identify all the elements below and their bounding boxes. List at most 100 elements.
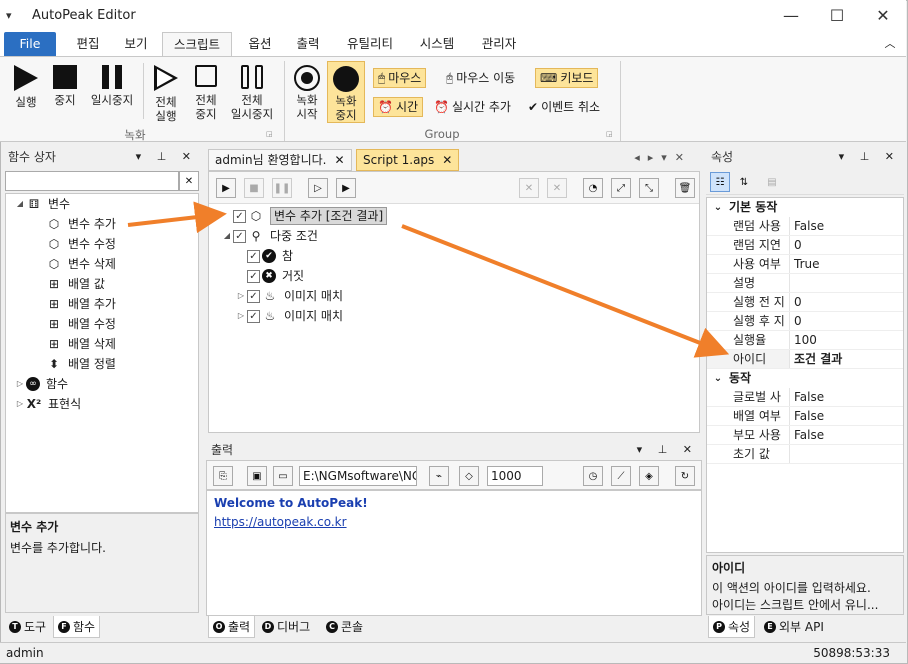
property-row[interactable]: 사용 여부 True bbox=[707, 255, 903, 274]
tab-output[interactable]: O 출력 bbox=[208, 616, 256, 638]
property-row[interactable]: 랜덤 사용 False bbox=[707, 217, 903, 236]
property-row[interactable]: 실행율 100 bbox=[707, 331, 903, 350]
enabled-checkbox[interactable]: ✓ bbox=[247, 249, 260, 263]
tab-script1[interactable]: Script 1.aps ✕ bbox=[356, 149, 460, 171]
menu-tab-options[interactable]: 옵션 bbox=[238, 32, 282, 56]
menu-tab-edit[interactable]: 편집 bbox=[66, 32, 110, 56]
step-play-icon[interactable]: ▷ bbox=[308, 178, 328, 198]
disabled-x-icon[interactable]: ✕ bbox=[547, 178, 567, 198]
refresh-icon[interactable]: ↻ bbox=[675, 466, 695, 486]
tab-console[interactable]: C 콘솔 bbox=[322, 616, 367, 638]
expand-icon[interactable]: ◢ bbox=[221, 226, 233, 246]
keyboard-toggle[interactable]: ⌨ 키보드 bbox=[535, 68, 599, 88]
category-basic[interactable]: ⌄ 기본 동작 bbox=[707, 198, 903, 217]
function-tree-item[interactable]: ⬡ 변수 삭제 bbox=[6, 254, 198, 274]
minimize-button[interactable]: — bbox=[768, 0, 814, 32]
fill-icon[interactable]: ◈ bbox=[639, 466, 659, 486]
panel-controls[interactable]: ▾ ⊥ ✕ bbox=[839, 147, 900, 167]
realtime-add-toggle[interactable]: ⏰ 실시간 추가 bbox=[430, 97, 515, 117]
property-row[interactable]: 실행 후 지0 bbox=[707, 312, 903, 331]
function-tree-item[interactable]: ⬍ 배열 정렬 bbox=[6, 354, 198, 374]
clock-icon[interactable]: ◷ bbox=[583, 466, 603, 486]
stop-button[interactable]: 중지 bbox=[48, 65, 82, 107]
expand-icon[interactable]: ▷ bbox=[235, 286, 247, 306]
mouse-move-toggle[interactable]: 🖰 마우스 이동 bbox=[442, 68, 519, 88]
script-tree-item[interactable]: ✓ ✖ 거짓 bbox=[209, 266, 699, 286]
expand-icon[interactable]: ▷ bbox=[235, 306, 247, 326]
brush-icon[interactable]: ⟋ bbox=[611, 466, 631, 486]
collapse-icon[interactable]: ⤡ bbox=[639, 178, 659, 198]
record-start-button[interactable]: 녹화 시작 bbox=[290, 65, 324, 121]
clear-search-icon[interactable]: ✕ bbox=[179, 171, 199, 191]
log-link[interactable]: https://autopeak.co.kr bbox=[214, 513, 694, 532]
category-action[interactable]: ⌄ 동작 bbox=[707, 369, 903, 388]
mouse-toggle[interactable]: 🖱 마우스 bbox=[373, 68, 427, 88]
property-pages-icon[interactable]: ▤ bbox=[762, 172, 782, 192]
function-tree-item[interactable]: ⬡ 변수 추가 bbox=[6, 214, 198, 234]
dialog-launcher-icon[interactable]: ◲ bbox=[606, 130, 613, 138]
tab-functions[interactable]: F 함수 bbox=[53, 616, 101, 638]
event-cancel-toggle[interactable]: ✔ 이벤트 취소 bbox=[524, 97, 604, 117]
menu-tab-utility[interactable]: 유틸리티 bbox=[338, 32, 402, 56]
step-play-filled-icon[interactable]: ▶ bbox=[336, 178, 356, 198]
enabled-checkbox[interactable]: ✓ bbox=[247, 309, 260, 323]
property-row[interactable]: 랜덤 지연 0 bbox=[707, 236, 903, 255]
output-path-input[interactable]: E:\NGMsoftware\NG bbox=[299, 466, 417, 486]
expand-icon[interactable]: ◢ bbox=[14, 194, 26, 214]
property-row[interactable]: 설명 bbox=[707, 274, 903, 293]
menu-tab-system[interactable]: 시스템 bbox=[410, 32, 464, 56]
property-row[interactable]: 글로벌 사 False bbox=[707, 388, 903, 407]
eraser-icon[interactable]: ◇ bbox=[459, 466, 479, 486]
tab-welcome[interactable]: admin님 환영합니다. ✕ bbox=[208, 149, 352, 171]
property-row[interactable]: 실행 전 지0 bbox=[707, 293, 903, 312]
menu-tab-admin[interactable]: 관리자 bbox=[472, 32, 526, 56]
expand-icon[interactable]: ⤢ bbox=[611, 178, 631, 198]
sort-az-icon[interactable]: ⇅ bbox=[734, 172, 754, 192]
enabled-checkbox[interactable]: ✓ bbox=[247, 289, 260, 303]
menu-tab-view[interactable]: 보기 bbox=[114, 32, 158, 56]
play-icon[interactable]: ▶ bbox=[216, 178, 236, 198]
collapse-ribbon-icon[interactable]: ︿ bbox=[880, 32, 900, 56]
expand-icon[interactable]: ▷ bbox=[14, 374, 26, 394]
function-tree-item[interactable]: ◢ ⚅ 변수 bbox=[6, 194, 198, 214]
tab-properties[interactable]: P 속성 bbox=[708, 616, 756, 638]
record-stop-button[interactable]: 녹화 중지 bbox=[327, 61, 365, 123]
close-tab-icon[interactable]: ✕ bbox=[334, 149, 344, 171]
script-tree-item[interactable]: ▷ ✓ ♨ 이미지 매치 bbox=[209, 286, 699, 306]
disabled-x-icon[interactable]: ✕ bbox=[519, 178, 539, 198]
save-icon[interactable]: ▣ bbox=[247, 466, 267, 486]
run-button[interactable]: 실행 bbox=[8, 65, 44, 109]
script-tree-item[interactable]: ✓ ⬡ 변수 추가 [조건 결과] bbox=[209, 206, 699, 226]
pause-button[interactable]: 일시중지 bbox=[86, 65, 138, 107]
document-controls[interactable]: ◂▸▾✕ bbox=[634, 151, 692, 164]
function-tree-item[interactable]: ⊞ 배열 추가 bbox=[6, 294, 198, 314]
property-row[interactable]: 부모 사용 False bbox=[707, 426, 903, 445]
script-tree-item[interactable]: ✓ ✔ 참 bbox=[209, 246, 699, 266]
function-search-input[interactable] bbox=[5, 171, 179, 191]
brush-clean-icon[interactable]: ⌁ bbox=[429, 466, 449, 486]
panel-controls[interactable]: ▾ ⊥ ✕ bbox=[637, 440, 698, 460]
line-limit-stepper[interactable]: 1000 bbox=[487, 466, 543, 486]
pause-all-button[interactable]: 전체 일시중지 bbox=[226, 65, 278, 121]
dialog-launcher-icon[interactable]: ◲ bbox=[266, 130, 273, 138]
enabled-checkbox[interactable]: ✓ bbox=[233, 209, 246, 223]
close-tab-icon[interactable]: ✕ bbox=[442, 149, 452, 171]
menu-tab-script[interactable]: 스크립트 bbox=[162, 32, 232, 56]
stop-icon[interactable]: ■ bbox=[244, 178, 264, 198]
function-tree-item[interactable]: ⊞ 배열 수정 bbox=[6, 314, 198, 334]
file-menu[interactable]: File bbox=[4, 32, 56, 56]
property-row[interactable]: 배열 여부 False bbox=[707, 407, 903, 426]
function-tree-item[interactable]: ⊞ 배열 삭제 bbox=[6, 334, 198, 354]
close-button[interactable]: ✕ bbox=[860, 0, 906, 32]
categorized-icon[interactable]: ☷ bbox=[710, 172, 730, 192]
pause-icon[interactable]: ❚❚ bbox=[272, 178, 292, 198]
script-tree-item[interactable]: ▷ ✓ ♨ 이미지 매치 bbox=[209, 306, 699, 326]
export-icon[interactable]: ⎘ bbox=[213, 466, 233, 486]
property-row[interactable]: 아이디 조건 결과 bbox=[707, 350, 903, 369]
property-row[interactable]: 초기 값 bbox=[707, 445, 903, 464]
tab-tools[interactable]: T 도구 bbox=[5, 616, 50, 638]
menu-tab-output[interactable]: 출력 bbox=[286, 32, 330, 56]
stop-all-button[interactable]: 전체 중지 bbox=[188, 65, 224, 121]
time-toggle[interactable]: ⏰ 시간 bbox=[373, 97, 424, 117]
enabled-checkbox[interactable]: ✓ bbox=[233, 229, 246, 243]
